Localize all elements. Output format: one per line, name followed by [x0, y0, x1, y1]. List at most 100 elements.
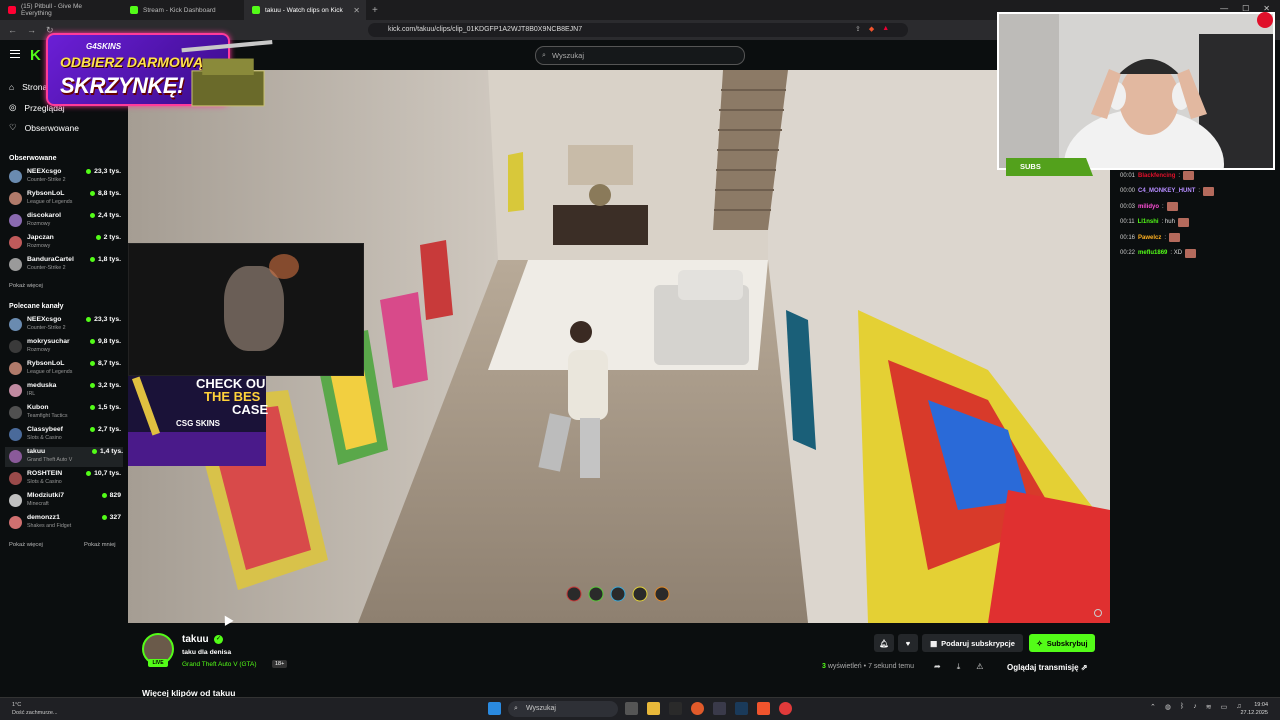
streamer-name[interactable]: takuu: [182, 634, 209, 645]
close-tab-icon[interactable]: ✕: [353, 6, 360, 15]
game-link[interactable]: Grand Theft Auto V (GTA): [182, 661, 257, 668]
mic-icon[interactable]: ♪: [1193, 703, 1197, 711]
new-tab-button[interactable]: +: [366, 5, 384, 16]
back-icon[interactable]: ←: [8, 25, 17, 36]
menu-icon[interactable]: [10, 50, 20, 58]
followed-show-more[interactable]: Pokaż więcej: [9, 283, 43, 289]
brave-shield-icon[interactable]: ◆: [869, 25, 874, 33]
taskbar-search[interactable]: ⌕ Wyszukaj: [508, 701, 618, 717]
chat-username[interactable]: Pawelcz: [1138, 235, 1161, 241]
viewer-count-value: 327: [109, 514, 121, 521]
terminal-icon[interactable]: [669, 702, 682, 715]
chat-username[interactable]: Ll1nshi: [1138, 219, 1159, 225]
channel-item[interactable]: meduska IRL 3,2 tys.: [9, 381, 121, 401]
viewer-count-value: 1,4 tys.: [99, 448, 123, 455]
channel-name: Classybeef: [27, 426, 63, 433]
tab-kick-clips[interactable]: takuu - Watch clips on Kick ✕: [244, 0, 366, 20]
channel-avatar: [9, 362, 22, 375]
viewer-count: 2,7 tys.: [89, 426, 121, 433]
weather-temp: 1°C: [12, 702, 22, 708]
channel-item[interactable]: ROSHTEIN Slots & Casino 10,7 tys.: [9, 469, 121, 489]
views-count: 3: [822, 663, 826, 670]
notification-bell-button[interactable]: 🔔︎: [874, 634, 894, 652]
settings-icon[interactable]: [1094, 609, 1102, 617]
system-clock[interactable]: 19:04 27.12.2025: [1240, 701, 1268, 717]
steam-icon[interactable]: [735, 702, 748, 715]
chevron-up-icon[interactable]: ⌃: [1150, 703, 1156, 711]
channel-item[interactable]: RybsonLoL League of Legends 8,7 tys.: [9, 359, 121, 379]
share-icon[interactable]: ⇪: [855, 25, 861, 33]
search-input[interactable]: ⌕ Wyszukaj: [535, 46, 745, 65]
chat-message: 00:03 milidyo:: [1120, 202, 1178, 211]
report-icon[interactable]: ⚠: [976, 662, 983, 672]
channel-name: demonzz1: [27, 514, 60, 521]
tab-title: (15) Pitbull - Give Me Everything: [21, 3, 83, 17]
tab-kick-dashboard[interactable]: Stream - Kick Dashboard: [122, 0, 244, 20]
windows-start-icon[interactable]: [488, 702, 501, 715]
viewer-count: 829: [101, 492, 121, 499]
age-badge: 18+: [272, 660, 288, 668]
chat-username[interactable]: milidyo: [1138, 204, 1159, 210]
follow-heart-button[interactable]: ♥: [898, 634, 918, 652]
chat-username[interactable]: Blackfencing: [1138, 173, 1175, 179]
stream-title: taku dla denisa: [182, 649, 232, 656]
share-icon[interactable]: ➦: [934, 662, 941, 672]
channel-item[interactable]: Japczan Rozmowy 2 tys.: [9, 233, 121, 253]
rewards-icon[interactable]: ▲: [882, 25, 889, 33]
subscribe-button[interactable]: ✧ Subskrybuj: [1029, 634, 1095, 652]
channel-item[interactable]: takuu Grand Theft Auto V 1,4 tys.: [5, 447, 123, 467]
sidebar-item-following[interactable]: ♡ Obserwowane: [9, 122, 79, 133]
channel-item[interactable]: demonzz1 Shakes and Fidget 327: [9, 513, 121, 533]
kick-logo[interactable]: K: [30, 47, 41, 64]
chat-username[interactable]: meflu1869: [1138, 250, 1167, 256]
viewer-count-value: 3,2 tys.: [97, 382, 121, 389]
channel-item[interactable]: discokarol Rozmowy 2,4 tys.: [9, 211, 121, 231]
task-view-icon[interactable]: [625, 702, 638, 715]
viewer-count: 9,8 tys.: [89, 338, 121, 345]
brave-browser-icon[interactable]: [757, 702, 770, 715]
video-player[interactable]: CHECK OU THE BES CASE CSG SKINS: [128, 70, 1110, 623]
app-icon[interactable]: [779, 702, 792, 715]
search-icon: ⌕: [542, 52, 546, 59]
channel-item[interactable]: NEEXcsgo Counter-Strike 2 23,3 tys.: [9, 315, 121, 335]
chat-username[interactable]: C4_MONKEY_HUNT: [1138, 188, 1195, 194]
channel-avatar: [9, 318, 22, 331]
channel-item[interactable]: Classybeef Slots & Casino 2,7 tys.: [9, 425, 121, 445]
windows-taskbar: 1°C Dość zachmurze... ⌕ Wyszukaj ⌃ ◍ ᛒ ♪…: [0, 697, 1280, 720]
watch-stream-link[interactable]: Oglądaj transmisję ⇗: [1007, 663, 1088, 672]
app-icon[interactable]: [713, 702, 726, 715]
viewer-count: 8,7 tys.: [89, 360, 121, 367]
channel-item[interactable]: NEEXcsgo Counter-Strike 2 23,3 tys.: [9, 167, 121, 187]
taskbar-pinned: [625, 702, 792, 715]
channel-item[interactable]: BanduraCartel Counter-Strike 2 1,8 tys.: [9, 255, 121, 275]
weather-desc: Dość zachmurze...: [12, 710, 58, 716]
viewer-count: 8,8 tys.: [89, 190, 121, 197]
obs-icon[interactable]: [691, 702, 704, 715]
channel-category: Rozmowy: [27, 347, 51, 353]
tab-title: takuu - Watch clips on Kick: [265, 6, 343, 14]
gift-subscription-button[interactable]: ▦ Podaruj subskrypcje: [922, 634, 1023, 652]
heart-icon: ♥: [905, 638, 911, 648]
recommended-show-more[interactable]: Pokaż więcej: [9, 542, 43, 548]
download-icon[interactable]: ⤓: [957, 662, 961, 672]
url-field[interactable]: kick.com/takuu/clips/clip_01KDGFP1A2WJT8…: [368, 23, 908, 37]
emote-icon: [1169, 233, 1181, 242]
tab-title: Stream - Kick Dashboard: [143, 6, 216, 14]
channel-item[interactable]: RybsonLoL League of Legends 8,8 tys.: [9, 189, 121, 209]
recommended-show-less[interactable]: Pokaż mniej: [84, 542, 116, 548]
file-explorer-icon[interactable]: [647, 702, 660, 715]
link-label: Oglądaj transmisję: [1007, 663, 1079, 672]
channel-item[interactable]: Mlodziutki7 Minecraft 829: [9, 491, 121, 511]
wifi-icon[interactable]: ≋: [1206, 703, 1212, 711]
bluetooth-icon[interactable]: ᛒ: [1180, 703, 1184, 711]
chat-timestamp: 00:03: [1120, 203, 1136, 210]
tab-youtube[interactable]: (15) Pitbull - Give Me Everything: [0, 0, 122, 20]
network-icon[interactable]: ◍: [1165, 703, 1171, 711]
weather-widget[interactable]: 1°C Dość zachmurze...: [12, 701, 58, 717]
chat-text: :: [1198, 188, 1201, 194]
forward-icon[interactable]: →: [27, 25, 36, 36]
monitor-icon[interactable]: ▭: [1221, 703, 1228, 711]
channel-category: Counter-Strike 2: [27, 177, 66, 183]
channel-item[interactable]: mokrysuchar Rozmowy 9,8 tys.: [9, 337, 121, 357]
channel-item[interactable]: Kubon Teamfight Tactics 1,5 tys.: [9, 403, 121, 423]
